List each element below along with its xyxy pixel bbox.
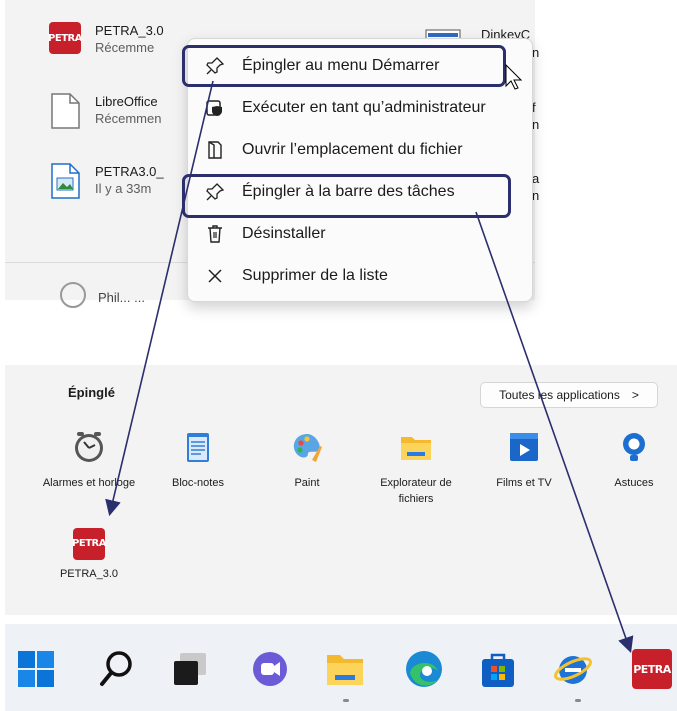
recent-item-libreoffice[interactable]: LibreOffice Récemmen	[49, 93, 161, 129]
app-label: Bloc-notes	[172, 477, 224, 489]
menu-item-label: Supprimer de la liste	[242, 267, 388, 284]
internet-explorer-icon[interactable]	[553, 649, 593, 689]
peek-text: n	[532, 45, 540, 60]
pinned-section-title: Épinglé	[68, 385, 115, 400]
trash-icon	[204, 223, 226, 245]
menu-item-uninstall[interactable]: Désinstaller	[188, 213, 532, 255]
microsoft-store-icon[interactable]	[478, 649, 518, 689]
image-document-icon	[51, 163, 80, 199]
app-label: Explorateur de fichiers	[380, 477, 452, 505]
notepad-icon	[187, 433, 209, 462]
menu-item-label: Ouvrir l’emplacement du fichier	[242, 141, 463, 158]
all-apps-button[interactable]: Toutes les applications >	[480, 382, 658, 408]
start-menu-pinned-panel: Épinglé Toutes les applications > Alarmes…	[5, 365, 677, 615]
menu-item-label: Exécuter en tant qu’administrateur	[242, 99, 486, 116]
paint-palette-icon	[293, 434, 322, 462]
app-label: Alarmes et horloge	[42, 477, 136, 489]
all-apps-label: Toutes les applications	[499, 388, 620, 402]
pinned-app-petra[interactable]: PETRA PETRA_3.0	[37, 528, 141, 582]
app-label: Astuces	[614, 477, 654, 489]
highlight-pin-start	[182, 45, 506, 87]
menu-item-run-as-admin[interactable]: Exécuter en tant qu’administrateur	[188, 87, 532, 129]
user-name-partial: Phil... ...	[98, 290, 145, 305]
alarm-clock-icon	[75, 432, 103, 462]
windows-start-icon[interactable]	[16, 649, 56, 689]
menu-item-open-location[interactable]: Ouvrir l’emplacement du fichier	[188, 129, 532, 171]
petra-app-icon: PETRA	[48, 22, 82, 54]
task-view-icon[interactable]	[170, 649, 210, 689]
recent-item-petra3[interactable]: PETRA3.0_ Il y a 33m	[49, 163, 164, 199]
document-file-icon	[51, 93, 80, 129]
peek-text: a	[532, 171, 540, 186]
highlight-pin-taskbar	[182, 174, 511, 218]
mouse-cursor-icon	[505, 64, 523, 90]
pinned-app-file-explorer[interactable]: Explorateur de fichiers	[364, 430, 468, 507]
peek-text: n	[532, 117, 540, 132]
pinned-app-paint[interactable]: Paint	[255, 430, 359, 491]
recent-item-petra[interactable]: PETRA PETRA_3.0 Récemme	[48, 22, 164, 56]
teams-chat-icon[interactable]	[250, 649, 290, 689]
edge-browser-icon[interactable]	[404, 649, 444, 689]
petra-taskbar-icon[interactable]: PETRA	[632, 649, 672, 689]
recent-item-subtitle: Récemmen	[95, 111, 162, 126]
recent-item-subtitle: Il y a 33m	[95, 181, 152, 196]
folder-open-icon	[204, 139, 226, 161]
recent-item-title: LibreOffice	[95, 94, 158, 109]
films-tv-icon	[510, 433, 538, 461]
pinned-app-notepad[interactable]: Bloc-notes	[146, 430, 250, 491]
recent-item-subtitle: Récemme	[95, 40, 155, 55]
chevron-right-icon: >	[631, 388, 639, 402]
recent-item-title: PETRA_3.0	[95, 23, 164, 38]
running-indicator	[575, 699, 581, 702]
file-explorer-icon[interactable]	[325, 649, 365, 689]
close-x-icon	[204, 265, 226, 287]
tips-lightbulb-icon	[623, 433, 645, 461]
recent-item-title: PETRA3.0_	[95, 164, 164, 179]
pinned-app-alarms[interactable]: Alarmes et horloge	[37, 430, 141, 491]
app-label: Films et TV	[496, 477, 552, 489]
user-avatar[interactable]	[60, 282, 86, 308]
running-indicator	[343, 699, 349, 702]
app-label: PETRA_3.0	[59, 568, 119, 580]
peek-text: n	[532, 188, 540, 203]
shield-admin-icon	[204, 97, 226, 119]
search-icon[interactable]	[97, 649, 137, 689]
petra-app-icon: PETRA	[72, 528, 106, 560]
pinned-app-films-tv[interactable]: Films et TV	[472, 430, 576, 491]
pinned-app-tips[interactable]: Astuces	[582, 430, 677, 491]
menu-item-label: Désinstaller	[242, 225, 326, 242]
app-label: Paint	[294, 477, 320, 489]
file-explorer-folder-icon	[401, 437, 431, 460]
menu-item-remove-from-list[interactable]: Supprimer de la liste	[188, 255, 532, 297]
